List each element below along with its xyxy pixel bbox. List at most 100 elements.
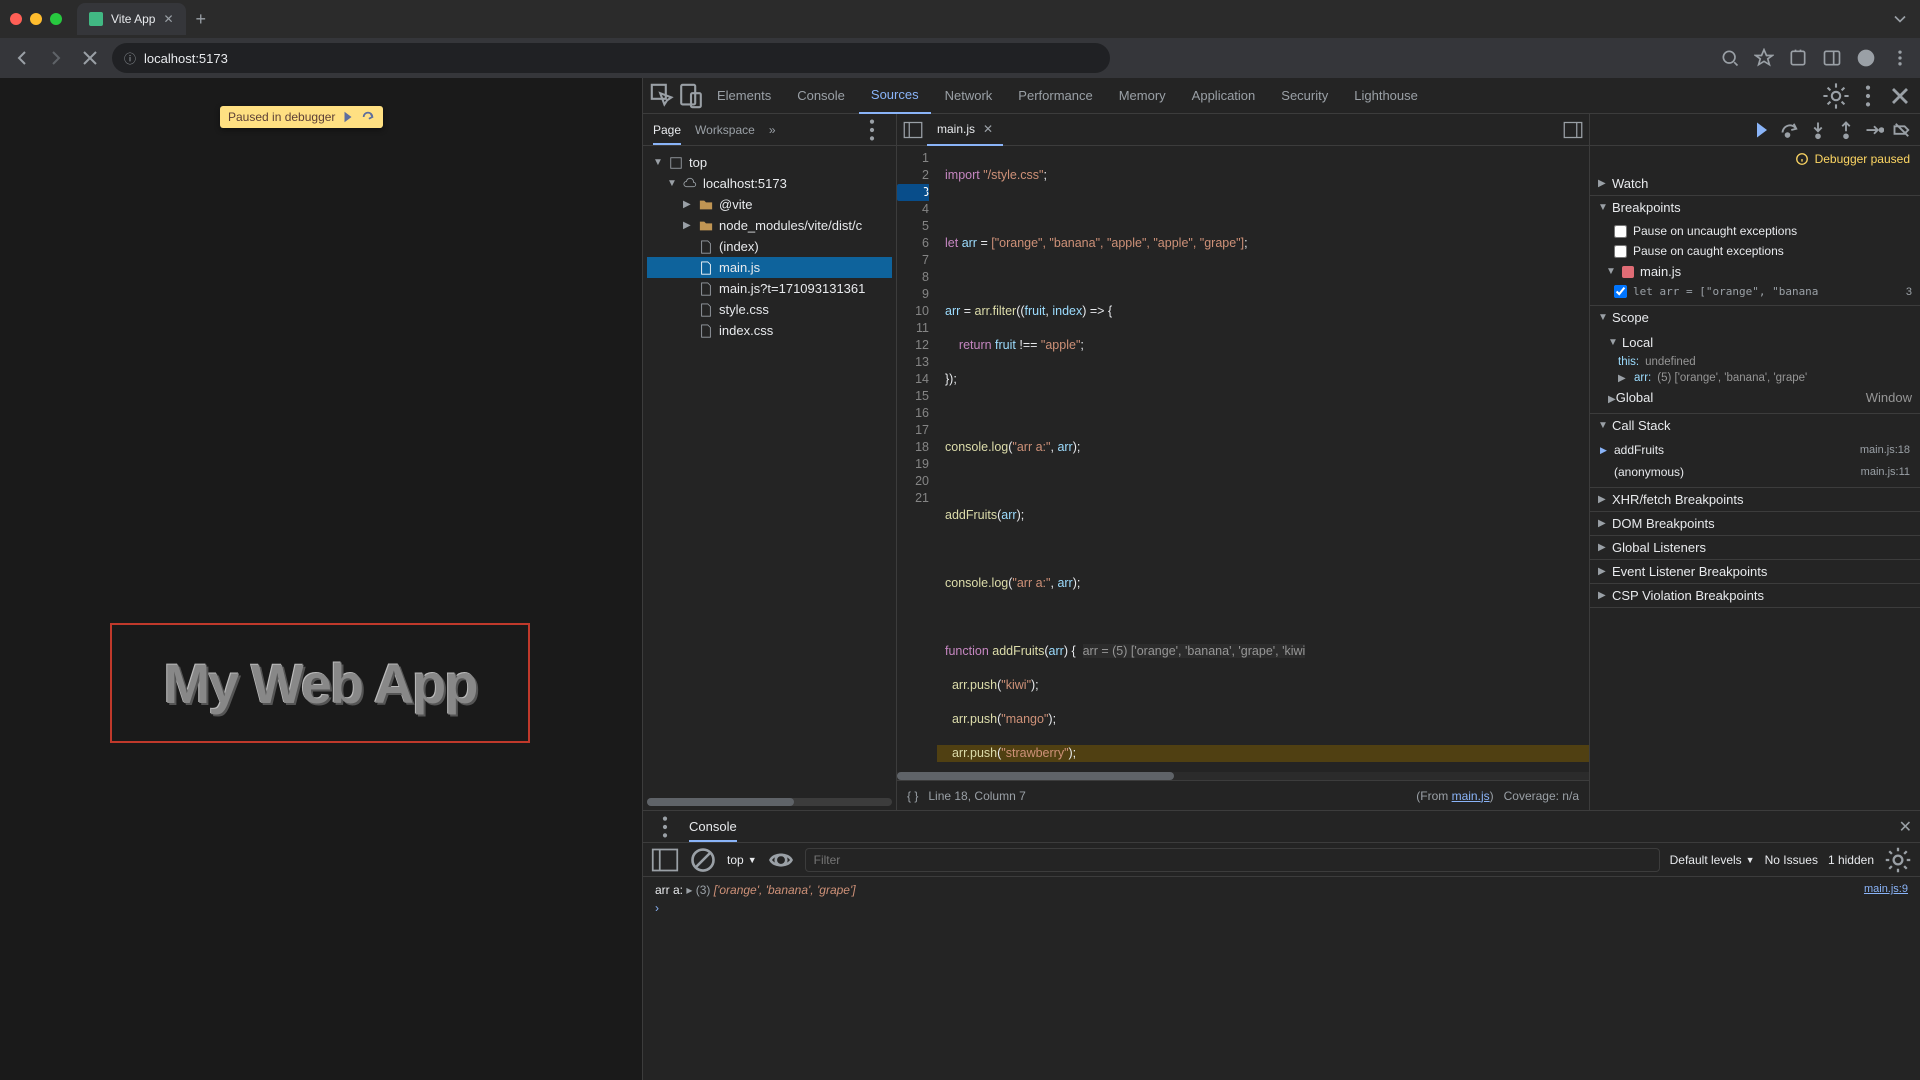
clear-console-icon[interactable] — [689, 846, 717, 874]
pause-uncaught-checkbox[interactable]: Pause on uncaught exceptions — [1590, 221, 1920, 241]
breakpoint-icon — [1622, 266, 1634, 278]
console-source-link[interactable]: main.js:9 — [1864, 883, 1908, 897]
console-output[interactable]: arr a: ▸ (3) ['orange', 'banana', 'grape… — [643, 877, 1920, 1080]
panel-memory[interactable]: Memory — [1107, 78, 1178, 114]
panel-performance[interactable]: Performance — [1006, 78, 1104, 114]
source-link[interactable]: main.js — [1452, 789, 1490, 803]
tree-top[interactable]: ▼top — [647, 152, 892, 173]
window-close[interactable] — [10, 13, 22, 25]
code-editor[interactable]: 123456789101112131415161718192021 import… — [897, 146, 1589, 772]
code-content[interactable]: import "/style.css"; let arr = ["orange"… — [937, 146, 1589, 772]
console-tab[interactable]: Console — [689, 819, 737, 842]
context-selector[interactable]: top ▼ — [727, 853, 757, 867]
resume-icon[interactable] — [341, 110, 355, 124]
breakpoint-file[interactable]: ▼main.js — [1590, 261, 1920, 282]
panel-elements[interactable]: Elements — [705, 78, 783, 114]
live-expression-icon[interactable] — [767, 846, 795, 874]
chevron-down-icon[interactable] — [1890, 9, 1910, 29]
global-listeners-header[interactable]: ▶Global Listeners — [1590, 536, 1920, 559]
panel-lighthouse[interactable]: Lighthouse — [1342, 78, 1430, 114]
nav-tab-workspace[interactable]: Workspace — [695, 123, 755, 137]
inspect-icon[interactable] — [649, 82, 677, 110]
step-into-button[interactable] — [1808, 120, 1828, 140]
dom-breakpoints-header[interactable]: ▶DOM Breakpoints — [1590, 512, 1920, 535]
scope-local[interactable]: ▼Local — [1590, 331, 1920, 354]
tree-main-query[interactable]: main.js?t=171093131361 — [647, 278, 892, 299]
hidden-label[interactable]: 1 hidden — [1828, 853, 1874, 867]
settings-icon[interactable] — [1822, 82, 1850, 110]
callstack-header[interactable]: ▼Call Stack — [1590, 414, 1920, 437]
console-prompt[interactable]: › — [643, 899, 1920, 917]
tree-index-css[interactable]: index.css — [647, 320, 892, 341]
tree-host[interactable]: ▼localhost:5173 — [647, 173, 892, 194]
console-sidebar-icon[interactable] — [651, 846, 679, 874]
tree-node-modules[interactable]: ▶node_modules/vite/dist/c — [647, 215, 892, 236]
event-breakpoints-header[interactable]: ▶Event Listener Breakpoints — [1590, 560, 1920, 583]
tree-main[interactable]: main.js — [647, 257, 892, 278]
step-button[interactable] — [1864, 120, 1884, 140]
new-tab-button[interactable]: + — [196, 9, 207, 30]
line-gutter[interactable]: 123456789101112131415161718192021 — [897, 146, 937, 772]
editor-tab-main[interactable]: main.js ✕ — [927, 114, 1003, 146]
panel-security[interactable]: Security — [1269, 78, 1340, 114]
tree-vite[interactable]: ▶@vite — [647, 194, 892, 215]
extensions-icon[interactable] — [1788, 48, 1808, 68]
back-button[interactable] — [10, 46, 34, 70]
nav-tab-page[interactable]: Page — [653, 123, 681, 145]
log-levels-selector[interactable]: Default levels ▼ — [1670, 853, 1755, 867]
console-log-line[interactable]: arr a: ▸ (3) ['orange', 'banana', 'grape… — [643, 881, 1920, 899]
panel-console[interactable]: Console — [785, 78, 857, 114]
toggle-debugger-icon[interactable] — [1563, 120, 1583, 140]
deactivate-breakpoints-button[interactable] — [1892, 120, 1912, 140]
panel-network[interactable]: Network — [933, 78, 1005, 114]
issues-label[interactable]: No Issues — [1765, 853, 1818, 867]
forward-button[interactable] — [44, 46, 68, 70]
callstack-frame-1[interactable]: (anonymous)main.js:11 — [1590, 461, 1920, 483]
tree-style[interactable]: style.css — [647, 299, 892, 320]
step-out-button[interactable] — [1836, 120, 1856, 140]
breakpoint-entry[interactable]: let arr = ["orange", "banana3 — [1590, 282, 1920, 301]
scope-arr[interactable]: ▶arr:(5) ['orange', 'banana', 'grape' — [1590, 370, 1920, 386]
scope-global[interactable]: ▶GlobalWindow — [1590, 386, 1920, 409]
panel-application[interactable]: Application — [1180, 78, 1268, 114]
breakpoints-header[interactable]: ▼Breakpoints — [1590, 196, 1920, 219]
window-maximize[interactable] — [50, 13, 62, 25]
url-bar[interactable]: ⓘ localhost:5173 — [112, 43, 1110, 73]
window-minimize[interactable] — [30, 13, 42, 25]
nav-menu-icon[interactable] — [858, 116, 886, 144]
nav-tab-more[interactable]: » — [769, 123, 776, 137]
callstack-frame-0[interactable]: addFruitsmain.js:18 — [1590, 439, 1920, 461]
close-devtools-icon[interactable] — [1886, 82, 1914, 110]
device-icon[interactable] — [677, 82, 705, 110]
zoom-icon[interactable] — [1720, 48, 1740, 68]
site-info-icon[interactable]: ⓘ — [124, 50, 136, 67]
pretty-print-icon[interactable]: { } — [907, 789, 918, 803]
close-icon[interactable]: ✕ — [1899, 817, 1912, 837]
resume-button[interactable] — [1752, 120, 1772, 140]
toggle-navigator-icon[interactable] — [903, 120, 923, 140]
pause-caught-checkbox[interactable]: Pause on caught exceptions — [1590, 241, 1920, 261]
reload-button[interactable] — [78, 46, 102, 70]
console-settings-icon[interactable] — [1884, 846, 1912, 874]
more-icon[interactable] — [1854, 82, 1882, 110]
close-icon[interactable]: ✕ — [983, 122, 993, 136]
console-filter-input[interactable] — [805, 848, 1660, 872]
xhr-breakpoints-header[interactable]: ▶XHR/fetch Breakpoints — [1590, 488, 1920, 511]
console-menu-icon[interactable] — [651, 813, 679, 841]
browser-tab[interactable]: Vite App ✕ — [77, 3, 186, 35]
menu-icon[interactable] — [1890, 48, 1910, 68]
profile-icon[interactable] — [1856, 48, 1876, 68]
scope-this[interactable]: this:undefined — [1590, 354, 1920, 370]
scope-header[interactable]: ▼Scope — [1590, 306, 1920, 329]
watch-header[interactable]: ▶Watch — [1590, 172, 1920, 195]
step-icon[interactable] — [361, 110, 375, 124]
bookmark-icon[interactable] — [1754, 48, 1774, 68]
close-icon[interactable]: ✕ — [163, 12, 173, 26]
tree-index[interactable]: (index) — [647, 236, 892, 257]
panel-icon[interactable] — [1822, 48, 1842, 68]
csp-breakpoints-header[interactable]: ▶CSP Violation Breakpoints — [1590, 584, 1920, 607]
panel-sources[interactable]: Sources — [859, 78, 931, 114]
nav-scrollbar[interactable] — [647, 798, 892, 806]
editor-scrollbar[interactable] — [897, 772, 1589, 780]
step-over-button[interactable] — [1780, 120, 1800, 140]
